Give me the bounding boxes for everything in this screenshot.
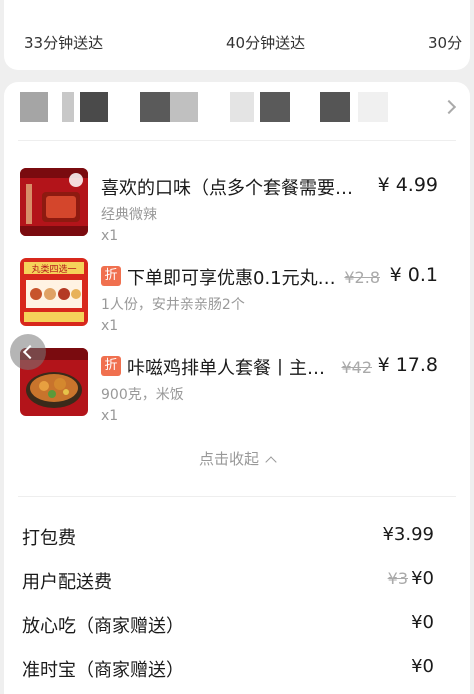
fee-label: 准时宝（商家赠送） <box>22 660 184 681</box>
fee-value: ¥3.99 <box>382 524 434 545</box>
fee-label: 打包费 <box>22 528 76 549</box>
item-price: ¥ 17.8 <box>377 354 438 376</box>
back-arrow-icon[interactable] <box>10 334 46 370</box>
discount-tag: 折 <box>101 356 121 376</box>
collapse-toggle[interactable]: 点击收起 <box>4 448 470 469</box>
divider <box>18 496 456 497</box>
fee-value: ¥0 <box>411 612 434 633</box>
item-price: ¥ 4.99 <box>377 174 438 196</box>
item-quantity: x1 <box>101 408 119 424</box>
fee-row-on-time[interactable]: 准时宝（商家赠送） ¥0 <box>4 656 470 686</box>
fee-value: ¥0 <box>411 656 434 677</box>
item-original-price: ¥42 <box>341 358 372 377</box>
fee-label: 用户配送费 <box>22 572 112 593</box>
discount-tag: 折 <box>101 266 121 286</box>
delivery-option-30min[interactable]: 30分 <box>428 32 462 53</box>
fee-row-safe-eat[interactable]: 放心吃（商家赠送） ¥0 <box>4 612 470 642</box>
store-chevron-right-icon[interactable] <box>441 99 457 115</box>
item-quantity: x1 <box>101 318 119 334</box>
chevron-up-icon <box>265 456 277 468</box>
fee-row-delivery: 用户配送费 ¥3 ¥0 <box>4 568 470 598</box>
item-price: ¥ 0.1 <box>389 264 438 286</box>
item-spec: 经典微辣 <box>101 207 157 223</box>
item-spec: 1人份，安井亲亲肠2个 <box>101 297 245 313</box>
delivery-option-40min[interactable]: 40分钟送达 <box>226 32 305 53</box>
item-name: 咔嗞鸡排单人套餐丨主… <box>127 358 325 379</box>
divider <box>18 140 456 141</box>
meatball-promo-thumbnail-icon: 丸类四选一 <box>20 258 88 326</box>
fee-value: ¥0 <box>411 568 434 589</box>
delivery-option-33min[interactable]: 33分钟送达 <box>24 32 103 53</box>
order-item-2: 丸类四选一 折 下单即可享优惠0.1元丸… ¥2.8 ¥ 0.1 1人份，安井亲… <box>4 258 470 338</box>
fee-label: 放心吃（商家赠送） <box>22 616 184 637</box>
delivery-time-selector: 33分钟送达 40分钟送达 30分 <box>4 0 470 70</box>
order-detail-card: 喜欢的口味（点多个套餐需要… ¥ 4.99 经典微辣 x1 丸类四选一 折 下单… <box>4 82 470 694</box>
store-name-mosaic[interactable] <box>18 92 438 126</box>
collapse-label: 点击收起 <box>198 450 259 468</box>
fee-row-packaging: 打包费 ¥3.99 <box>4 524 470 554</box>
order-item-1: 喜欢的口味（点多个套餐需要… ¥ 4.99 经典微辣 x1 <box>4 168 470 248</box>
item-name: 下单即可享优惠0.1元丸… <box>127 268 336 289</box>
fee-original-value: ¥3 <box>387 569 408 588</box>
item-quantity: x1 <box>101 228 119 244</box>
thumb-promo-text: 丸类四选一 <box>31 263 76 275</box>
item-spec: 900克，米饭 <box>101 387 184 403</box>
item-name: 喜欢的口味（点多个套餐需要… <box>101 178 353 199</box>
item-original-price: ¥2.8 <box>344 268 380 287</box>
red-food-package-thumbnail-icon <box>20 168 88 236</box>
order-item-3: 折 咔嗞鸡排单人套餐丨主… ¥42 ¥ 17.8 900克，米饭 x1 <box>4 348 470 428</box>
